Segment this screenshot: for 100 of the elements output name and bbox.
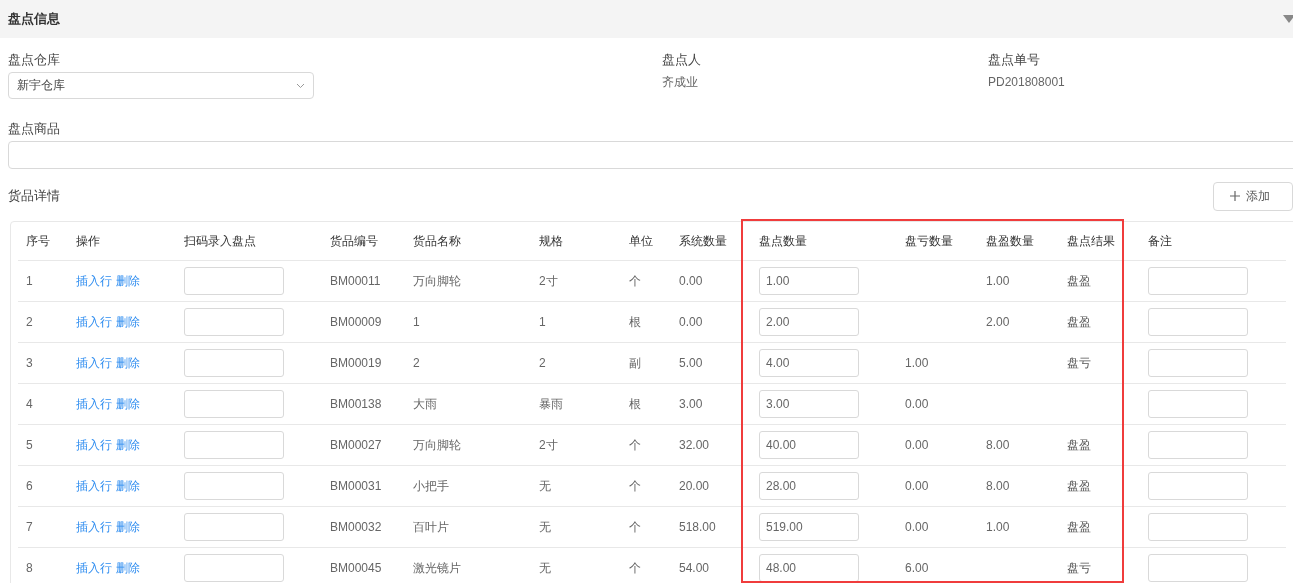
column-header: 备注 [1148, 233, 1172, 248]
item-code: BM00019 [330, 356, 382, 370]
row-action-link[interactable]: 删除 [116, 273, 140, 288]
item-code: BM00011 [330, 274, 381, 288]
row-number: 5 [26, 438, 33, 452]
goods-input-field[interactable] [8, 141, 1293, 169]
scan-input-field[interactable] [184, 308, 284, 336]
remark-input-field[interactable] [1148, 349, 1248, 377]
count-quantity-field[interactable]: 48.00 [759, 554, 859, 582]
remark-input-field[interactable] [1148, 308, 1248, 336]
system-quantity: 0.00 [679, 315, 703, 329]
row-action-link[interactable]: 插入行 [76, 478, 112, 493]
column-header: 盘点结果 [1067, 233, 1115, 248]
system-quantity: 54.00 [679, 561, 710, 575]
item-name: 大雨 [413, 396, 437, 411]
scan-input-field[interactable] [184, 554, 284, 582]
item-unit: 根 [629, 396, 641, 411]
item-spec: 无 [539, 560, 551, 575]
row-action-link[interactable]: 插入行 [76, 355, 112, 370]
loss-quantity: 0.00 [905, 479, 929, 493]
row-action-link[interactable]: 删除 [116, 519, 140, 534]
section-title: 盘点信息 [8, 10, 60, 28]
count-quantity-field[interactable]: 4.00 [759, 349, 859, 377]
column-header: 单位 [629, 233, 653, 248]
loss-quantity: 1.00 [905, 356, 929, 370]
row-action-link[interactable]: 插入行 [76, 519, 112, 534]
system-quantity: 3.00 [679, 397, 703, 411]
loss-quantity: 0.00 [905, 397, 929, 411]
row-action-link[interactable]: 删除 [116, 437, 140, 452]
row-action-link[interactable]: 删除 [116, 314, 140, 329]
system-quantity: 5.00 [679, 356, 703, 370]
item-name: 小把手 [413, 478, 449, 493]
scan-input-field[interactable] [184, 349, 284, 377]
remark-input-field[interactable] [1148, 554, 1248, 582]
item-spec: 暴雨 [539, 396, 563, 411]
count-result: 盘盈 [1067, 314, 1091, 329]
count-result: 盘盈 [1067, 273, 1091, 288]
item-unit: 个 [629, 560, 641, 575]
column-header: 序号 [26, 233, 50, 248]
column-header: 规格 [539, 233, 563, 248]
row-action-link[interactable]: 删除 [116, 355, 140, 370]
count-quantity-field[interactable]: 28.00 [759, 472, 859, 500]
row-number: 4 [26, 397, 33, 411]
field-label: 盘点商品 [8, 120, 61, 138]
count-quantity-field[interactable]: 3.00 [759, 390, 859, 418]
field-label: 盘点单号 [988, 51, 1041, 69]
row-number: 8 [26, 561, 33, 575]
column-header: 系统数量 [679, 233, 727, 248]
row-action-link[interactable]: 删除 [116, 560, 140, 575]
column-header: 扫码录入盘点 [184, 233, 256, 248]
count-result: 盘亏 [1067, 355, 1091, 370]
gain-quantity: 1.00 [986, 520, 1010, 534]
remark-input-field[interactable] [1148, 267, 1248, 295]
row-number: 2 [26, 315, 33, 329]
item-spec: 1 [539, 315, 546, 329]
field-label: 盘点人 [662, 51, 702, 69]
count-quantity-field[interactable]: 40.00 [759, 431, 859, 459]
count-quantity-field[interactable]: 2.00 [759, 308, 859, 336]
scan-input-field[interactable] [184, 267, 284, 295]
item-name: 激光镜片 [413, 560, 461, 575]
row-action-link[interactable]: 插入行 [76, 314, 112, 329]
column-header: 盘盈数量 [986, 233, 1034, 248]
column-header: 货品编号 [330, 233, 378, 248]
row-action-link[interactable]: 删除 [116, 396, 140, 411]
count-result: 盘亏 [1067, 560, 1091, 575]
column-header: 操作 [76, 233, 100, 248]
row-action-link[interactable]: 插入行 [76, 437, 112, 452]
row-number: 6 [26, 479, 33, 493]
item-spec: 无 [539, 478, 551, 493]
field-value: PD201808001 [988, 74, 1066, 91]
gain-quantity: 1.00 [986, 274, 1010, 288]
remark-input-field[interactable] [1148, 513, 1248, 541]
count-quantity-field[interactable]: 1.00 [759, 267, 859, 295]
item-code: BM00045 [330, 561, 382, 575]
item-name: 万向脚轮 [413, 437, 461, 452]
item-unit: 个 [629, 478, 641, 493]
column-header: 货品名称 [413, 233, 461, 248]
scan-input-field[interactable] [184, 390, 284, 418]
scan-input-field[interactable] [184, 431, 284, 459]
item-spec: 2寸 [539, 273, 558, 288]
column-header: 盘亏数量 [905, 233, 953, 248]
item-unit: 根 [629, 314, 641, 329]
add-button[interactable]: 添加 [1213, 181, 1293, 211]
remark-input-field[interactable] [1148, 390, 1248, 418]
row-action-link[interactable]: 删除 [116, 478, 140, 493]
collapse-toggle-icon[interactable] [1283, 15, 1293, 23]
remark-input-field[interactable] [1148, 431, 1248, 459]
item-spec: 无 [539, 519, 551, 534]
item-unit: 副 [629, 355, 641, 370]
count-quantity-field[interactable]: 519.00 [759, 513, 859, 541]
row-action-link[interactable]: 插入行 [76, 396, 112, 411]
item-code: BM00027 [330, 438, 382, 452]
item-spec: 2 [539, 356, 546, 370]
scan-input-field[interactable] [184, 472, 284, 500]
row-action-link[interactable]: 插入行 [76, 560, 112, 575]
system-quantity: 518.00 [679, 520, 716, 534]
remark-input-field[interactable] [1148, 472, 1248, 500]
warehouse-select[interactable]: 新宇仓库 [8, 72, 314, 99]
scan-input-field[interactable] [184, 513, 284, 541]
row-action-link[interactable]: 插入行 [76, 273, 112, 288]
